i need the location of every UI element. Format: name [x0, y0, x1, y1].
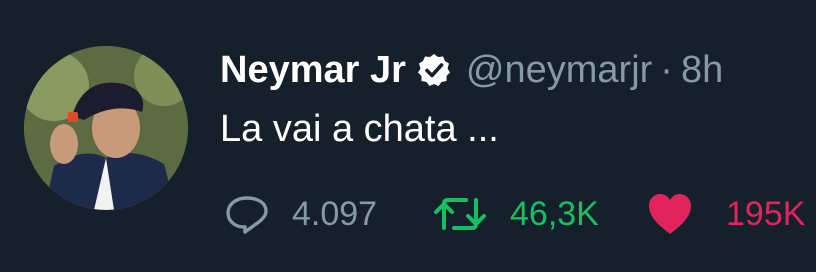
author-name[interactable]: Neymar Jr [220, 49, 406, 92]
separator-dot: · [660, 48, 673, 91]
retweet-icon [434, 198, 486, 230]
reply-count: 4.097 [292, 194, 378, 233]
tweet[interactable]: Neymar Jr @neymarjr · 8h La vai a chata … [0, 0, 816, 272]
tweet-timestamp[interactable]: 8h [681, 49, 723, 92]
retweet-button[interactable]: 46,3K [432, 190, 599, 238]
reply-button[interactable]: 4.097 [224, 190, 377, 238]
heart-icon [649, 194, 691, 234]
author-handle[interactable]: @neymarjr [466, 49, 652, 92]
verified-badge-icon [416, 52, 452, 88]
tweet-actions: 4.097 46,3K 195K [224, 190, 816, 238]
like-count: 195K [726, 194, 806, 233]
reply-icon [226, 196, 268, 234]
tweet-header: Neymar Jr @neymarjr · 8h [220, 48, 723, 92]
avatar-photo [24, 46, 188, 210]
tweet-text: La vai a chata ... [220, 108, 499, 150]
retweet-count: 46,3K [510, 194, 599, 233]
like-button[interactable]: 195K [646, 190, 805, 238]
author-avatar[interactable] [24, 46, 188, 210]
